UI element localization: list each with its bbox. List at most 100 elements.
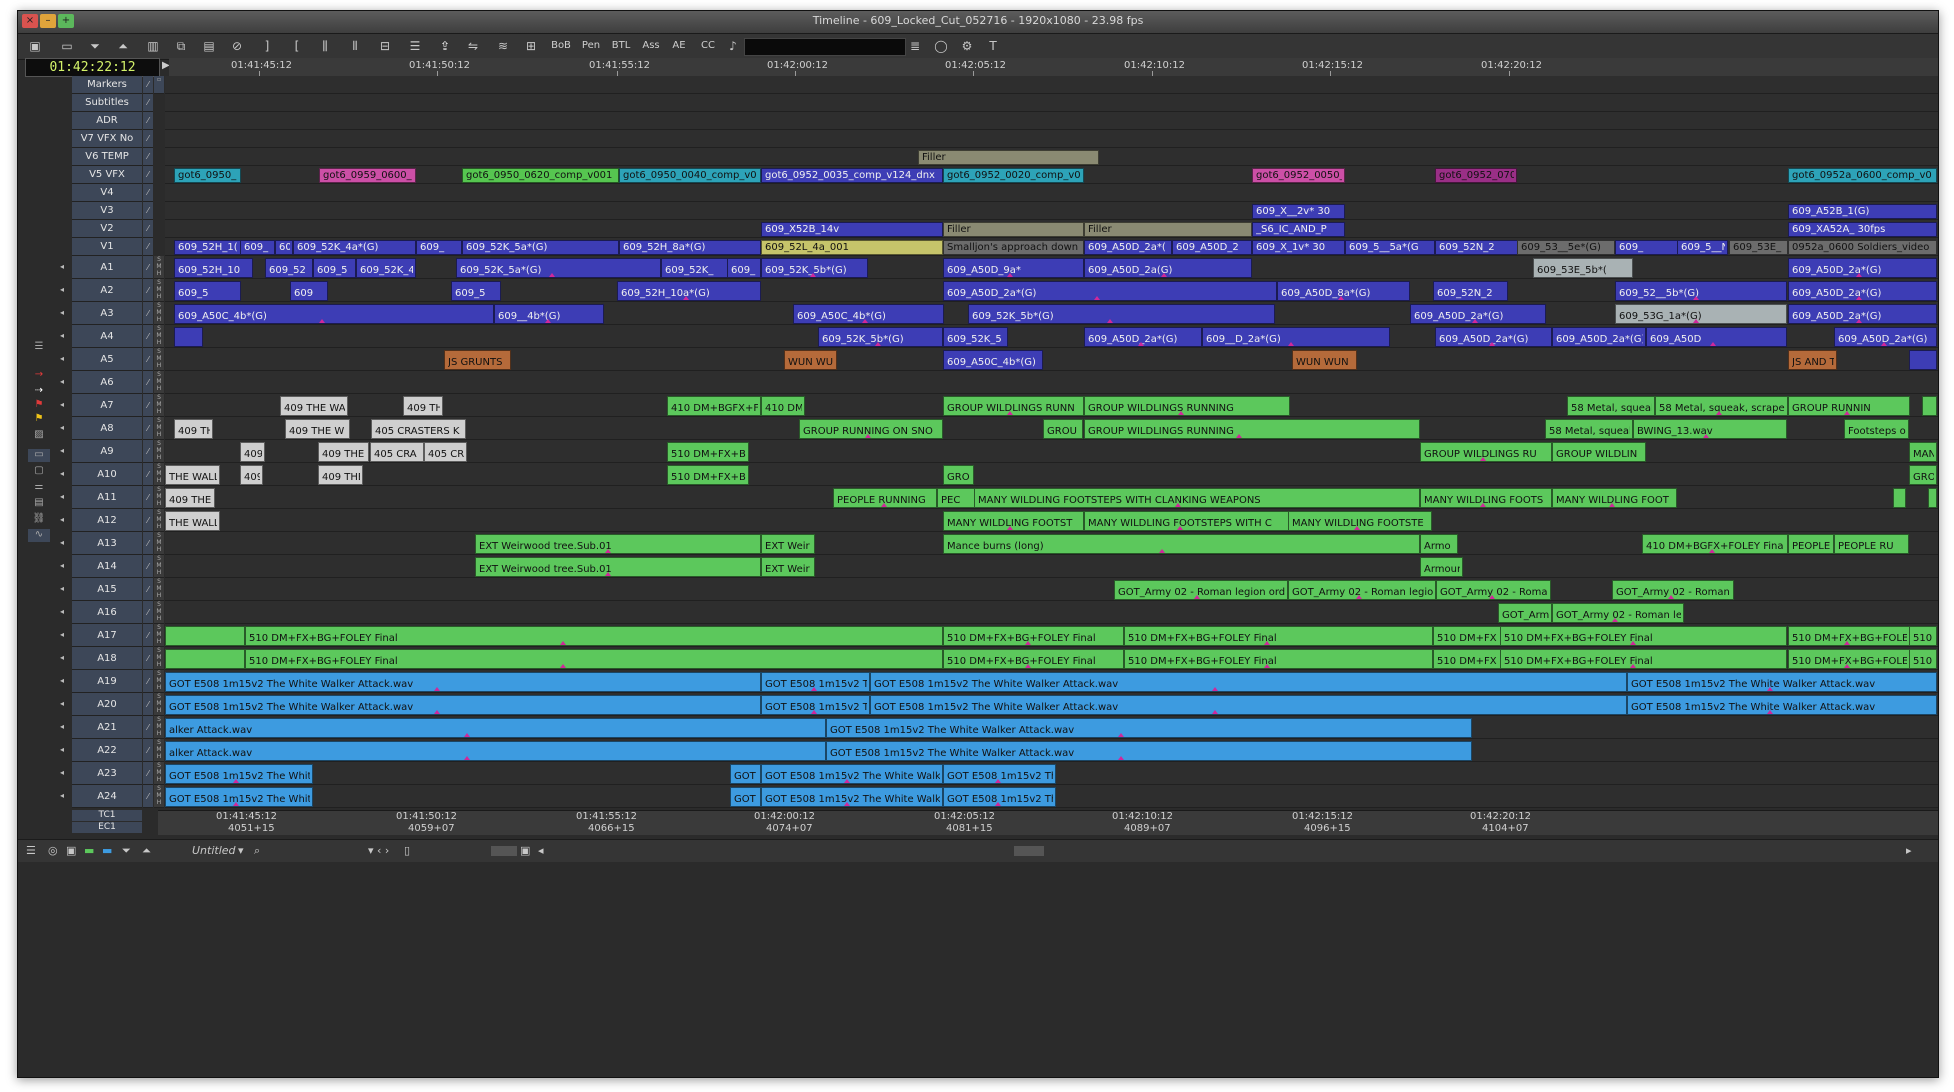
timeline-clip[interactable]: 609_X__2v* 30 <box>1252 204 1345 219</box>
stack-icon[interactable]: ☰ <box>406 37 424 55</box>
track-name-label[interactable]: V3 <box>72 202 142 220</box>
timeline-clip[interactable]: 609_A52B_1(G) <box>1788 204 1937 219</box>
cc-button[interactable]: CC <box>695 37 721 55</box>
timeline-clip[interactable]: 510 DM+FX+BG+FOLE <box>1788 649 1910 669</box>
track-name-label[interactable]: A1 <box>72 256 142 279</box>
timeline-clip[interactable]: _S6_IC_AND_P <box>1252 222 1345 237</box>
timeline-clip[interactable]: 609_52__5b*(G) <box>1615 281 1787 301</box>
timeline-clip[interactable] <box>1928 488 1937 508</box>
keyframe-marker-icon[interactable] <box>560 641 566 645</box>
timeline-clip[interactable]: MANY WILDLING FOOTSTEPS WITH CLANKING WE… <box>974 488 1420 508</box>
track-lock-icon[interactable]: ⁄ <box>143 670 153 693</box>
timeline-clip[interactable]: 58 Metal, squeak, sc <box>1545 419 1633 439</box>
track-lane[interactable]: GOT_Arm GOT_Army 02 - Roman le <box>165 601 1938 624</box>
keyframe-marker-icon[interactable] <box>434 687 440 691</box>
keyframe-marker-icon[interactable] <box>1709 549 1715 553</box>
timeline-clip[interactable]: EXT Weirwood tree.Sub.01 <box>475 557 761 577</box>
timeline-clip[interactable]: 609_ <box>240 240 275 255</box>
timeline-clip[interactable]: JS GRUNTS <box>444 350 511 370</box>
track-lock-icon[interactable]: ⁄ <box>143 166 153 184</box>
timeline-clip[interactable]: GOT E508 1m15v2 The White <box>165 787 313 807</box>
track-lane[interactable]: alker Attack.wav GOT E508 1m15v2 The Whit… <box>165 739 1938 762</box>
text-tool-icon[interactable]: T <box>984 37 1002 55</box>
track-name-label[interactable]: A9 <box>72 440 142 463</box>
track-lane[interactable]: THE WALL 409 409 THE 510 DM+FX+BG GRO GRO <box>165 463 1938 486</box>
keyframe-marker-icon[interactable] <box>560 664 566 668</box>
timeline-clip[interactable]: GROUP WILDLINGS RU <box>1420 442 1552 462</box>
timeline-clip[interactable]: MANY WILDLING FOOTST <box>943 511 1084 531</box>
timeline-clip[interactable]: 609_52L_4a_001 <box>761 240 943 255</box>
keyframe-marker-icon[interactable] <box>1354 526 1360 530</box>
keyframe-marker-icon[interactable] <box>1161 273 1167 277</box>
keyframe-marker-icon[interactable] <box>865 434 871 438</box>
keyframe-marker-icon[interactable] <box>875 342 881 346</box>
timeline-clip[interactable]: 409 <box>240 442 265 462</box>
timeline-clip[interactable]: 609_A50D_9a* <box>943 258 1084 278</box>
film-icon[interactable]: ▣ <box>520 843 530 859</box>
timeline-clip[interactable]: got6_0950_0620_comp_v001 <box>462 168 619 183</box>
timeline-clip[interactable] <box>174 327 203 347</box>
track-patch-arrow-icon[interactable]: ◂ <box>60 630 64 639</box>
track-lock-icon[interactable]: ⁄ <box>143 647 153 670</box>
track-lock-icon[interactable]: ⁄ <box>143 463 153 486</box>
timeline-clip[interactable]: GROUP WILDLINGS RUNNING <box>1084 396 1290 416</box>
keyframe-marker-icon[interactable] <box>844 802 850 806</box>
track-patch-arrow-icon[interactable]: ◂ <box>60 791 64 800</box>
link-icon[interactable]: ⛓ <box>28 513 50 526</box>
timeline-clip[interactable]: WUN WU <box>784 350 837 370</box>
timeline-clip[interactable]: 609_A50D_8a*(G) <box>1277 281 1410 301</box>
target-icon[interactable]: ◎ <box>48 843 58 859</box>
scroll-thumb[interactable] <box>1014 846 1044 856</box>
timeline-clip[interactable]: 609__4b*(G) <box>494 304 604 324</box>
timeline-clip[interactable]: GOT E508 1m15v2 Th <box>943 787 1056 807</box>
keyframe-marker-icon[interactable] <box>1118 733 1124 737</box>
keyframe-marker-icon[interactable] <box>1107 319 1113 323</box>
timeline-clip[interactable]: got6_0952_0020_comp_v0 <box>943 168 1084 183</box>
track-lane[interactable]: 609_X52B_14v Filler Filler _S6_IC_AND_P 609_… <box>165 220 1938 238</box>
track-lane[interactable]: EXT Weirwood tree.Sub.01 EXT Weir Armour <box>165 555 1938 578</box>
track-patch-arrow-icon[interactable]: ◂ <box>60 607 64 616</box>
timeline-clip[interactable]: Armour <box>1420 557 1463 577</box>
keyframe-marker-icon[interactable] <box>464 756 470 760</box>
track-lock-icon[interactable]: ⁄ <box>143 325 153 348</box>
splice-icon[interactable]: ▤ <box>200 37 218 55</box>
track-lock-icon[interactable]: ⁄ <box>143 202 153 220</box>
overwrite-icon[interactable]: ⧉ <box>172 37 190 55</box>
boxes-icon[interactable]: ▤ <box>28 497 50 510</box>
track-solo-mute-icon[interactable]: S M H <box>154 532 164 555</box>
timeline-clip[interactable] <box>1893 488 1906 508</box>
track-solo-mute-icon[interactable]: S M H <box>154 762 164 785</box>
track-lane[interactable] <box>165 76 1938 94</box>
keyframe-marker-icon[interactable] <box>1844 664 1850 668</box>
keyframe-marker-icon[interactable] <box>605 572 611 576</box>
track-solo-mute-icon[interactable]: S M H <box>154 578 164 601</box>
keyframe-marker-icon[interactable] <box>881 503 887 507</box>
timeline-clip[interactable]: GOT E508 1m15v2 The White Walker Attack.… <box>870 695 1627 715</box>
timeline-clip[interactable]: GROUP WILDLINGS RUNN <box>943 396 1084 416</box>
timeline-clip[interactable]: got6_0950_ <box>174 168 241 183</box>
timeline-clip[interactable]: 510 DM+FX+BG+FOLEY Final <box>1124 649 1433 669</box>
timeline-clip[interactable]: 609_5 <box>174 281 241 301</box>
track-patch-arrow-icon[interactable]: ◂ <box>60 469 64 478</box>
no-entry-icon[interactable]: ⊘ <box>228 37 246 55</box>
track-patch-arrow-icon[interactable]: ◂ <box>60 308 64 317</box>
list-icon[interactable]: ≣ <box>906 37 924 55</box>
timeline-clip[interactable] <box>165 626 245 646</box>
timeline-clip[interactable]: 609_5__5a*(G <box>1345 240 1435 255</box>
timeline-clip[interactable]: GOT <box>730 787 761 807</box>
timeline-clip[interactable]: 510 DM+FX+BG+FOLEY Final <box>1500 649 1787 669</box>
timeline-clip[interactable]: 510 DM+FX+BG+FOLEY Final <box>1500 626 1787 646</box>
track-name-label[interactable]: V7 VFX No <box>72 130 142 148</box>
timeline-clip[interactable]: 609_52K_4 <box>356 258 416 278</box>
track-name-label[interactable]: A15 <box>72 578 142 601</box>
timeline-clip[interactable]: 409 THE <box>318 442 369 462</box>
timeline-clip[interactable]: 609_53__5e*(G) <box>1517 240 1615 255</box>
record-icon[interactable]: ◯ <box>932 37 950 55</box>
settings-icon[interactable]: ⚙ <box>958 37 976 55</box>
track-patch-arrow-icon[interactable]: ◂ <box>60 285 64 294</box>
speaker-icon[interactable]: ♪ <box>724 37 742 55</box>
track-lock-icon[interactable]: ⁄ <box>143 509 153 532</box>
timeline-clip[interactable]: 60 <box>275 240 293 255</box>
timeline-clip[interactable]: 405 CRASTERS K <box>371 419 466 439</box>
timeline-clip[interactable]: Filler <box>918 150 1099 165</box>
